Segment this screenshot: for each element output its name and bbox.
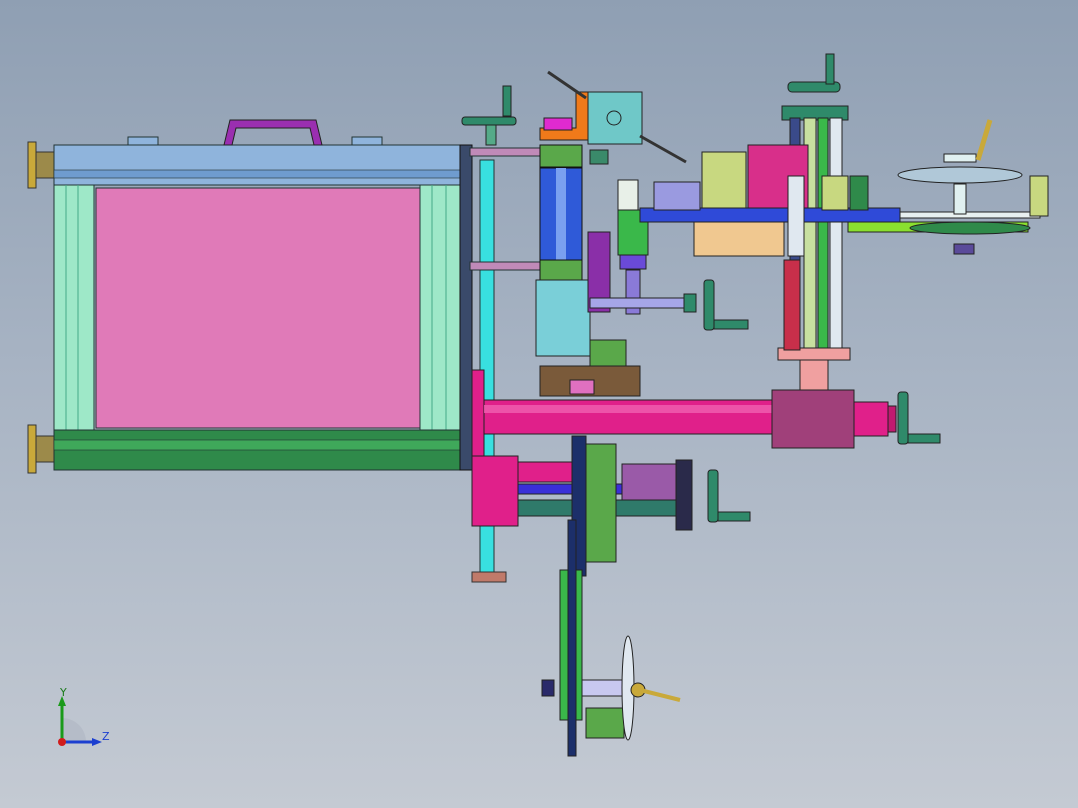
leveling-foot-bottom (27, 424, 55, 474)
carry-handle (127, 119, 383, 146)
sensor-box (587, 91, 643, 145)
crossbar-mid (469, 261, 541, 271)
pink-panel (95, 187, 421, 429)
leveling-foot-top (27, 141, 55, 189)
cyan-block (535, 279, 591, 357)
y-axis-label: Y (60, 686, 67, 699)
handwheel-lower (707, 469, 751, 523)
handwheel-mid (703, 279, 749, 331)
z-axis-label: Z (102, 730, 110, 743)
coordinate-triad: Y Z (50, 686, 120, 756)
handwheel-top-left (461, 85, 517, 146)
lower-mechanism (471, 339, 693, 577)
main-frame (53, 144, 473, 471)
handwheel-right (897, 391, 941, 445)
cad-viewport[interactable]: Y Z (0, 0, 1078, 808)
crossbar-top (469, 147, 541, 157)
machine-assembly-model[interactable] (0, 0, 1078, 808)
magenta-roller (471, 369, 897, 465)
blue-roll (539, 144, 583, 281)
